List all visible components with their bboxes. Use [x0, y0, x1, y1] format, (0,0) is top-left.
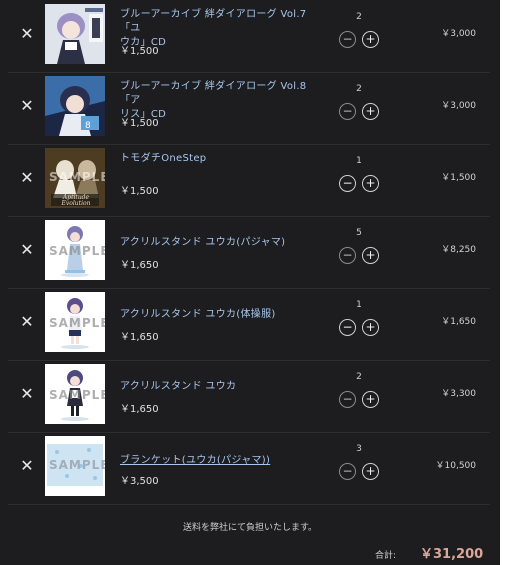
cart-item: ✕ SAMPLE アクリルスタンド ユウカ(パジャマ) ￥1,650 5 − +… — [8, 216, 490, 289]
minus-circle-icon[interactable]: − — [339, 31, 356, 48]
sample-watermark: SAMPLE — [49, 316, 105, 330]
line-subtotal: ￥3,300 — [441, 389, 476, 399]
product-name-link[interactable]: トモダチOneStep — [120, 152, 320, 166]
product-name-link[interactable]: アクリルスタンド ユウカ — [120, 380, 320, 394]
cart-item: ✕ SAMPLE Aptitude Evolution トモダチOneStep … — [8, 144, 490, 217]
product-name-link[interactable]: ブランケット(ユウカ(パジャマ)) — [120, 454, 320, 468]
plus-circle-icon[interactable]: + — [362, 391, 379, 408]
product-thumbnail[interactable]: SAMPLE — [45, 364, 105, 424]
quantity-value: 2 — [356, 372, 362, 382]
minus-circle-icon[interactable]: − — [339, 319, 356, 336]
minus-circle-icon[interactable]: − — [339, 463, 356, 480]
close-icon[interactable]: ✕ — [19, 98, 35, 114]
quantity-value: 5 — [356, 228, 362, 238]
close-icon[interactable]: ✕ — [19, 26, 35, 42]
quantity-value: 1 — [356, 300, 362, 310]
line-subtotal: ￥1,650 — [441, 317, 476, 327]
sample-watermark: SAMPLE — [49, 244, 105, 258]
sample-watermark: SAMPLE — [49, 170, 105, 184]
plus-circle-icon[interactable]: + — [362, 103, 379, 120]
line-subtotal: ￥1,500 — [441, 173, 476, 183]
cart-item: ✕ ブルーアーカイブ 絆ダイアローグ Vol.7「ユ ウカ」CD ￥1,500 … — [8, 0, 490, 73]
plus-circle-icon[interactable]: + — [362, 463, 379, 480]
product-thumbnail[interactable] — [45, 4, 105, 64]
cart-panel: ✕ ブルーアーカイブ 絆ダイアローグ Vol.7「ユ ウカ」CD ￥1,500 … — [0, 0, 500, 565]
product-thumbnail[interactable]: SAMPLE — [45, 436, 105, 496]
line-subtotal: ￥3,000 — [441, 29, 476, 39]
unit-price: ￥1,500 — [120, 118, 159, 129]
shipping-note: 送料を弊社にて負担いたします。 — [182, 523, 318, 533]
product-thumbnail[interactable]: SAMPLE Aptitude Evolution — [45, 148, 105, 208]
close-icon[interactable]: ✕ — [19, 458, 35, 474]
unit-price: ￥1,650 — [120, 332, 159, 343]
sample-watermark: SAMPLE — [49, 458, 105, 472]
plus-circle-icon[interactable]: + — [362, 247, 379, 264]
close-icon[interactable]: ✕ — [19, 170, 35, 186]
cart-item: ✕ SAMPLE アクリルスタンド ユウカ ￥1,650 2 − + ￥3,30… — [8, 360, 490, 433]
close-icon[interactable]: ✕ — [19, 386, 35, 402]
svg-text:8: 8 — [85, 121, 91, 131]
product-name-line1: アクリルスタンド ユウカ — [120, 381, 237, 392]
cover-title: Aptitude Evolution — [61, 194, 91, 207]
total-value: ￥31,200 — [420, 547, 484, 562]
close-icon[interactable]: ✕ — [19, 242, 35, 258]
quantity-value: 2 — [356, 84, 362, 94]
product-thumbnail[interactable]: SAMPLE — [45, 220, 105, 280]
line-subtotal: ￥3,000 — [441, 101, 476, 111]
product-name-line1: アクリルスタンド ユウカ(体操服) — [120, 309, 276, 320]
quantity-value: 2 — [356, 12, 362, 22]
line-subtotal: ￥10,500 — [435, 461, 477, 471]
line-subtotal: ￥8,250 — [441, 245, 476, 255]
product-name-line1: ブランケット(ユウカ(パジャマ)) — [120, 455, 271, 466]
product-name-line1: トモダチOneStep — [120, 153, 207, 164]
plus-circle-icon[interactable]: + — [362, 31, 379, 48]
unit-price: ￥1,650 — [120, 260, 159, 271]
product-name-link[interactable]: アクリルスタンド ユウカ(パジャマ) — [120, 236, 320, 250]
product-thumbnail[interactable]: 8 — [45, 76, 105, 136]
plus-circle-icon[interactable]: + — [362, 319, 379, 336]
product-thumbnail[interactable]: SAMPLE — [45, 292, 105, 352]
minus-circle-icon[interactable]: − — [339, 175, 356, 192]
plus-circle-icon[interactable]: + — [362, 175, 379, 192]
quantity-value: 1 — [356, 156, 362, 166]
unit-price: ￥3,500 — [120, 476, 159, 487]
product-name-line1: ブルーアーカイブ 絆ダイアローグ Vol.7「ユ — [120, 9, 307, 34]
cart-item: ✕ SAMPLE ブランケット(ユウカ(パジャマ)) ￥3,500 3 − + … — [8, 432, 490, 505]
unit-price: ￥1,500 — [120, 186, 159, 197]
cart-item: ✕ 8 ブルーアーカイブ 絆ダイアローグ Vol.8「ア リス」CD ￥1,50… — [8, 72, 490, 145]
close-icon[interactable]: ✕ — [19, 314, 35, 330]
sample-watermark: SAMPLE — [49, 388, 105, 402]
quantity-value: 3 — [356, 444, 362, 454]
product-name-line1: アクリルスタンド ユウカ(パジャマ) — [120, 237, 286, 248]
unit-price: ￥1,500 — [120, 46, 159, 57]
product-name-link[interactable]: アクリルスタンド ユウカ(体操服) — [120, 308, 320, 322]
minus-circle-icon[interactable]: − — [339, 103, 356, 120]
cart-item: ✕ SAMPLE アクリルスタンド ユウカ(体操服) ￥1,650 1 − + … — [8, 288, 490, 361]
unit-price: ￥1,650 — [120, 404, 159, 415]
product-name-line1: ブルーアーカイブ 絆ダイアローグ Vol.8「ア — [120, 81, 307, 106]
minus-circle-icon[interactable]: − — [339, 247, 356, 264]
total-label: 合計: — [375, 551, 397, 561]
minus-circle-icon[interactable]: − — [339, 391, 356, 408]
